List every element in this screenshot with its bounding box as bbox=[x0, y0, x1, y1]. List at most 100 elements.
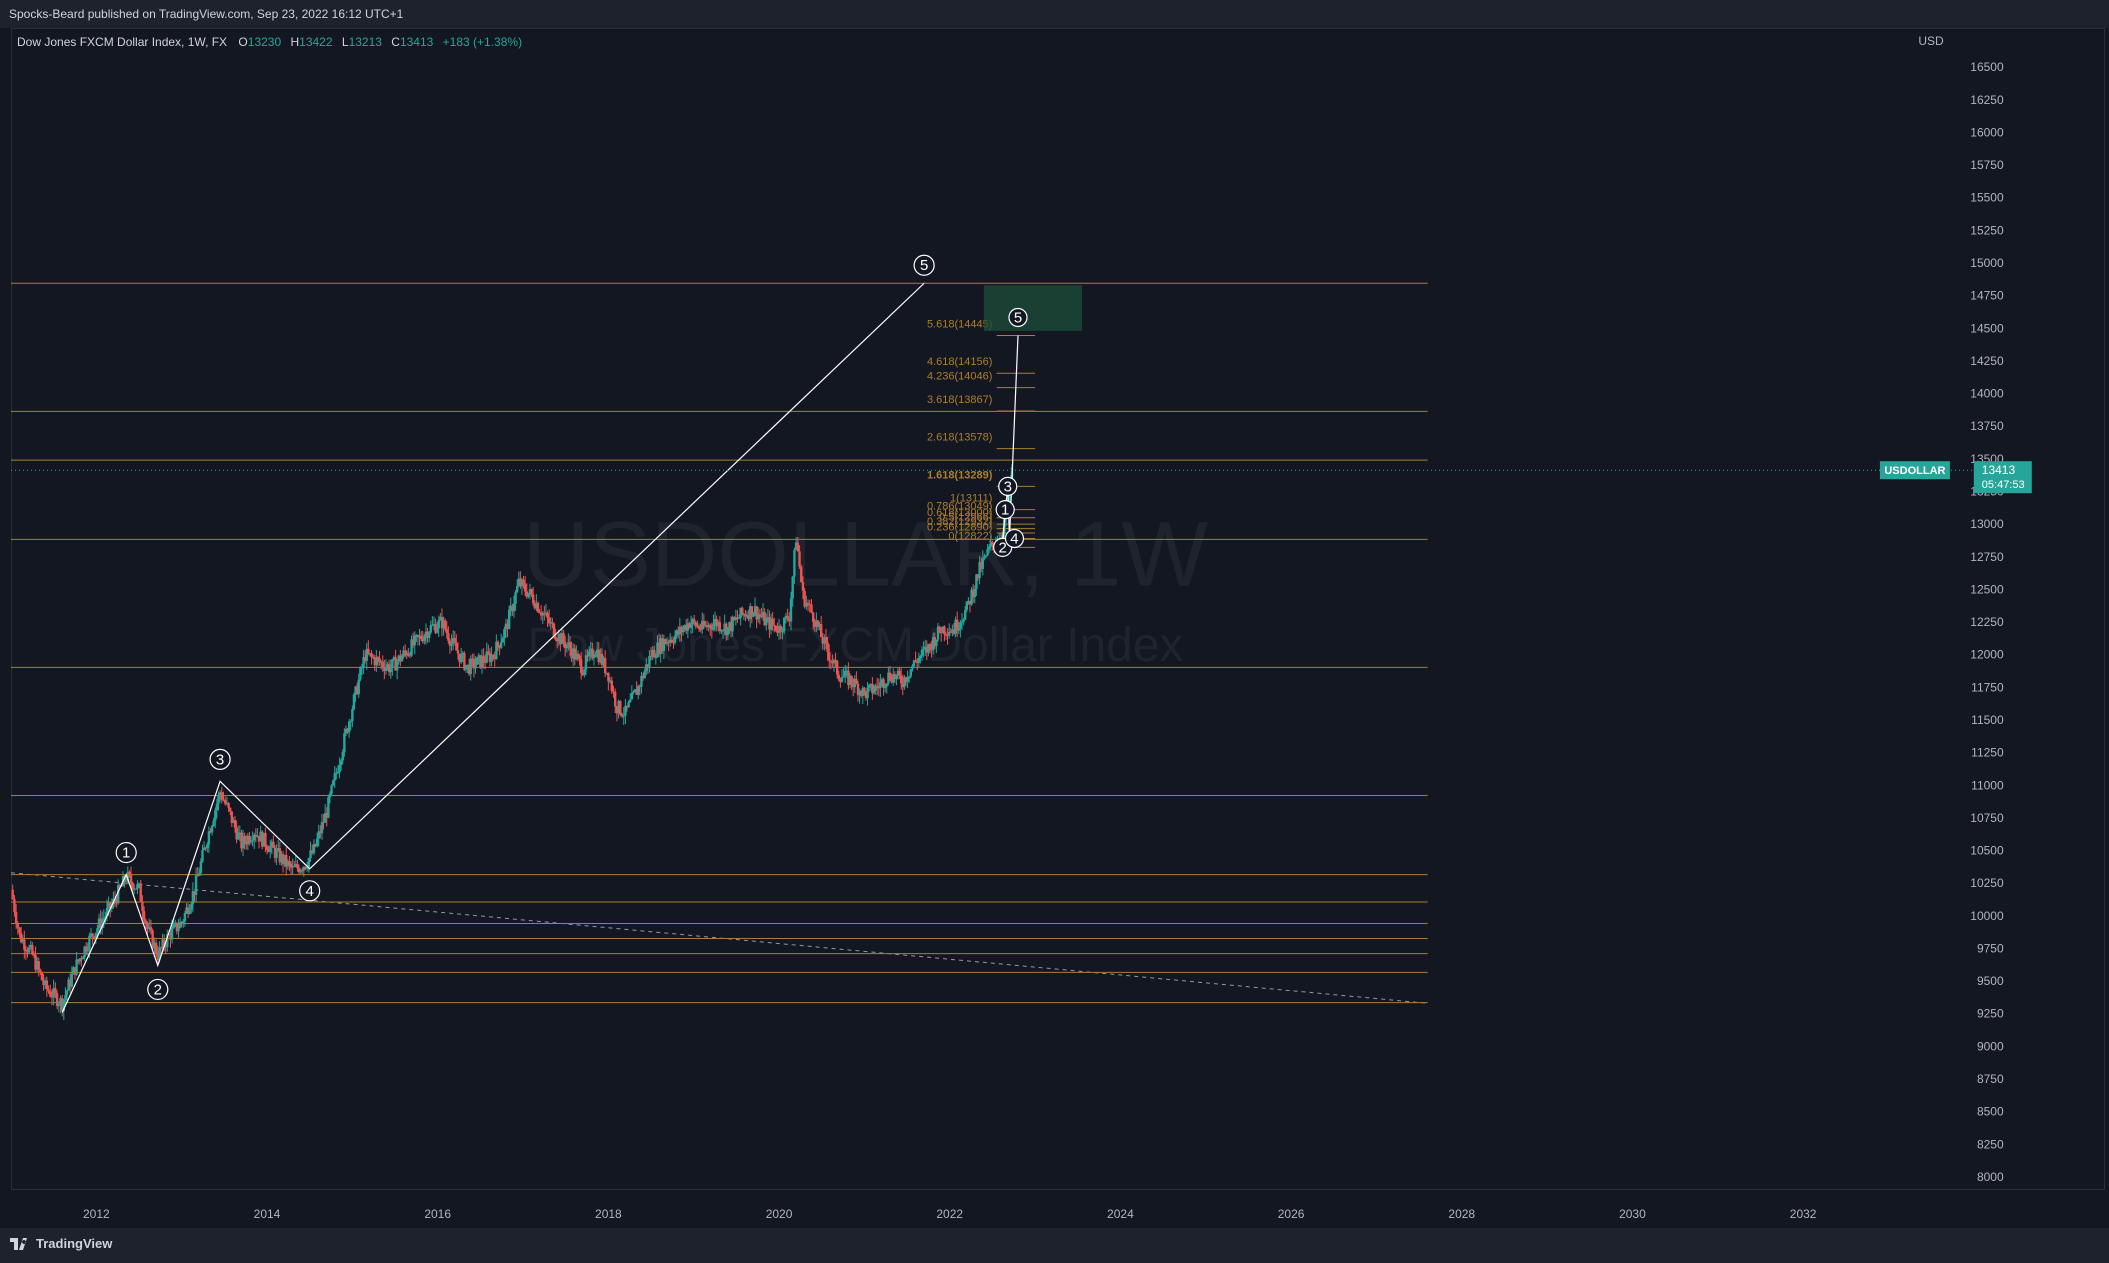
candle-body bbox=[782, 617, 786, 632]
candle-body bbox=[583, 669, 586, 676]
candle-body bbox=[637, 686, 640, 695]
candle-body bbox=[928, 644, 932, 646]
price-tick-label: 12500 bbox=[1970, 582, 2004, 596]
candle-body bbox=[45, 980, 49, 990]
candle-body bbox=[367, 648, 370, 654]
candle-body bbox=[771, 618, 774, 625]
wave-label-minor: 3 bbox=[1004, 478, 1012, 495]
candle-body bbox=[693, 619, 696, 623]
candle-body bbox=[627, 701, 630, 708]
wave-label: 5 bbox=[920, 257, 928, 274]
candle-body bbox=[24, 949, 28, 952]
time-tick-label: 2028 bbox=[1448, 1207, 1475, 1221]
candle-body bbox=[459, 653, 463, 663]
candle-body bbox=[475, 657, 479, 665]
candle-body bbox=[413, 635, 416, 646]
time-axis[interactable]: 2012 2014 2016 2018 2020 2022 2024 2026 2028 2030… bbox=[83, 1207, 1817, 1221]
candle-body bbox=[496, 641, 500, 646]
candle-body bbox=[129, 874, 133, 883]
candle-body bbox=[427, 632, 431, 638]
candle-body bbox=[774, 625, 778, 631]
candle-body bbox=[554, 636, 557, 640]
candle-body bbox=[47, 989, 50, 992]
candle-body bbox=[584, 655, 588, 670]
candle-body bbox=[307, 858, 311, 868]
candle-body bbox=[781, 631, 784, 633]
candle-body bbox=[670, 639, 674, 642]
candle-body bbox=[455, 643, 458, 651]
candle-body bbox=[464, 665, 468, 670]
candle-body bbox=[190, 904, 193, 910]
time-tick-label: 2030 bbox=[1619, 1207, 1646, 1221]
candle-body bbox=[791, 576, 794, 599]
candle-body bbox=[264, 832, 267, 847]
candle-body bbox=[435, 628, 439, 633]
candle-body bbox=[275, 849, 278, 858]
candle-body bbox=[491, 654, 495, 657]
candle-body bbox=[538, 611, 541, 614]
fib-label-right: 5.618(14445) bbox=[927, 318, 992, 330]
candle-body bbox=[16, 923, 20, 928]
wave-label: 1 bbox=[122, 845, 130, 862]
candle-body bbox=[963, 609, 967, 620]
candle-body bbox=[984, 555, 988, 557]
candle-body bbox=[272, 841, 275, 848]
candle-body bbox=[331, 780, 335, 786]
candle-body bbox=[327, 797, 330, 818]
candle-body bbox=[352, 694, 356, 710]
legend-low-label: L bbox=[341, 35, 349, 49]
candle-body bbox=[546, 612, 549, 619]
trendline-layer bbox=[10, 872, 1428, 1004]
candle-body bbox=[360, 667, 364, 669]
last-price-tag: USDOLLAR 13413 05:47:53 bbox=[11, 461, 2032, 494]
candle-body bbox=[351, 709, 354, 722]
time-tick-label: 2032 bbox=[1790, 1207, 1817, 1221]
candle-body bbox=[142, 911, 146, 921]
legend-symbol: Dow Jones FXCM Dollar Index, 1W, FX bbox=[17, 35, 228, 49]
candle-body bbox=[960, 621, 964, 623]
price-chart[interactable]: USDOLLAR, 1WDow Jones FXCM Dollar Index … bbox=[0, 0, 2109, 1263]
price-tick-label: 8000 bbox=[1977, 1170, 2004, 1184]
candle-body bbox=[423, 635, 426, 642]
candle-body bbox=[653, 649, 656, 658]
watermark-name: Dow Jones FXCM Dollar Index bbox=[527, 619, 1183, 672]
price-tick-label: 14750 bbox=[1970, 289, 2004, 303]
target-zone-layer bbox=[983, 285, 1083, 331]
candle-body bbox=[907, 676, 911, 679]
candle-body bbox=[629, 699, 632, 702]
legend-high-label: H bbox=[290, 35, 300, 49]
dashed-trendline bbox=[10, 872, 1428, 1004]
candle-body bbox=[587, 651, 591, 657]
candle-body bbox=[131, 882, 134, 890]
candle-body bbox=[811, 612, 815, 622]
candle-body bbox=[883, 686, 887, 689]
candle-body bbox=[576, 653, 580, 656]
candle-body bbox=[551, 622, 554, 624]
time-tick-label: 2014 bbox=[254, 1207, 281, 1221]
watermark: USDOLLAR, 1W Dow Jones FXCM Dollar Index bbox=[523, 503, 1208, 672]
candle-body bbox=[514, 592, 517, 604]
candle-body bbox=[198, 873, 201, 876]
candle-body bbox=[338, 764, 341, 773]
candle-body bbox=[622, 715, 625, 717]
candle-body bbox=[37, 961, 40, 970]
candle-body bbox=[983, 556, 986, 559]
candle-body bbox=[531, 594, 535, 604]
wave-label: 3 bbox=[216, 751, 224, 768]
candle-body bbox=[55, 993, 59, 1007]
candle-body bbox=[938, 626, 941, 632]
candle-body bbox=[798, 551, 801, 567]
price-tick-label: 16000 bbox=[1970, 125, 2004, 139]
candle-body bbox=[826, 642, 829, 653]
price-axis[interactable]: USD 8000 8250 8500 8750 9000 9250 9500 9750 10000… bbox=[1918, 34, 2004, 1184]
candle-body bbox=[154, 942, 158, 955]
candle-body bbox=[237, 832, 240, 840]
candle-body bbox=[801, 581, 805, 591]
candle-body bbox=[842, 676, 845, 678]
candle-body bbox=[503, 629, 506, 639]
candle-body bbox=[339, 760, 343, 765]
target-zone bbox=[983, 285, 1083, 331]
candle-body bbox=[445, 629, 448, 634]
candle-body bbox=[88, 935, 91, 950]
candle-body bbox=[898, 670, 901, 676]
